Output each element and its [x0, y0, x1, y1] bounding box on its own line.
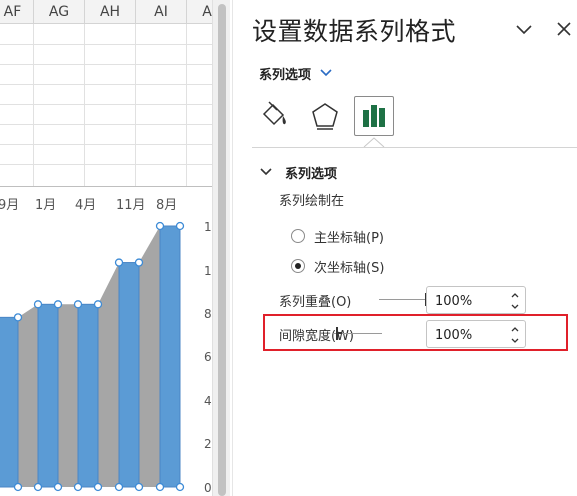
pane-title: 设置数据系列格式	[252, 17, 457, 46]
selection-handle	[114, 482, 124, 492]
selection-handle	[53, 482, 63, 492]
tab-divider	[252, 147, 577, 148]
x-tick-label: 11月	[116, 198, 146, 213]
primary-axis-radio[interactable]: 主坐标轴(P)	[291, 225, 384, 247]
gap-area	[98, 262, 119, 487]
column-header-row: AF AG AH AI A	[0, 0, 212, 24]
radio-button-selected[interactable]	[291, 259, 305, 273]
bar	[37, 303, 59, 488]
x-tick-label: 4月	[75, 198, 96, 213]
selection-handle	[33, 482, 43, 492]
axis-tick-label: 1	[204, 220, 212, 234]
selection-handle	[33, 300, 43, 309]
series-overlap-label: 系列重叠(O)	[279, 295, 352, 310]
tab-effects[interactable]	[305, 96, 345, 136]
chart-area[interactable]: 9月 1月 4月 11月 8月 1 1 8 6 4 2 0	[0, 186, 212, 496]
bar	[159, 225, 181, 488]
series-options-dropdown-label: 系列选项	[259, 67, 312, 83]
axis-tick-label: 2	[204, 437, 212, 451]
axis-tick-label: 8	[204, 307, 212, 321]
pane-options-button[interactable]	[513, 18, 535, 40]
bar	[77, 303, 99, 488]
radio-button[interactable]	[291, 229, 305, 243]
selection-handle	[175, 221, 185, 231]
series-overlap-input[interactable]	[435, 292, 505, 310]
secondary-axis-radio[interactable]: 次坐标轴(S)	[291, 255, 384, 277]
close-pane-button[interactable]	[553, 18, 575, 40]
series-options-section-header[interactable]: 系列选项	[259, 162, 337, 182]
column-header-ag[interactable]: AG	[34, 0, 85, 24]
series-overlap-row: 系列重叠(O)	[279, 286, 569, 314]
spreadsheet-area: AF AG AH AI A 9月 1月 4月 11月 8月 1 1 8 6 4 2 0	[0, 0, 212, 496]
x-tick-label: 9月	[0, 198, 19, 213]
selection-handle	[13, 313, 23, 322]
series-overlap-spinbox[interactable]	[426, 286, 526, 314]
vertical-scrollbar[interactable]	[212, 0, 230, 496]
selection-handle	[155, 221, 165, 231]
series-overlap-slider[interactable]	[379, 292, 431, 308]
chevron-down-icon	[320, 69, 332, 77]
format-data-series-pane: 设置数据系列格式 系列选项 系列选项 系列绘制在 主坐标轴(P) 次坐标轴(S)…	[232, 0, 577, 496]
column-header-ah[interactable]: AH	[85, 0, 136, 24]
column-header-ai[interactable]: AI	[136, 0, 187, 24]
column-chart[interactable]: 9月 1月 4月 11月 8月 1 1 8 6 4 2 0	[0, 187, 212, 496]
secondary-axis-label: 次坐标轴(S)	[314, 260, 385, 276]
spin-up-icon[interactable]	[508, 289, 522, 301]
primary-axis-label: 主坐标轴(P)	[314, 230, 384, 246]
axis-tick-label: 4	[204, 394, 212, 408]
selection-handle	[93, 482, 103, 492]
chevron-down-icon	[516, 25, 532, 35]
selection-handle	[155, 482, 165, 492]
selection-handle	[13, 482, 23, 492]
bar-chart-icon	[363, 105, 385, 127]
column-header-af[interactable]: AF	[0, 0, 34, 24]
tab-series-options[interactable]	[354, 96, 394, 136]
chevron-down-icon	[260, 168, 272, 176]
selection-handle	[53, 300, 63, 309]
pentagon-icon	[312, 103, 338, 130]
bar	[0, 316, 19, 488]
section-title: 系列选项	[285, 166, 338, 182]
gap-area	[58, 304, 78, 487]
axis-tick-label: 0	[204, 481, 212, 495]
x-tick-label: 1月	[35, 198, 56, 213]
scrollbar-thumb[interactable]	[218, 4, 226, 496]
selection-handle	[134, 482, 144, 492]
selection-handle	[73, 482, 83, 492]
tab-fill-line[interactable]	[255, 96, 295, 136]
selection-handle	[114, 258, 124, 267]
series-options-dropdown[interactable]: 系列选项	[259, 62, 333, 84]
paint-bucket-icon	[262, 101, 286, 126]
bar	[118, 262, 140, 488]
selection-handle	[73, 300, 83, 309]
close-icon	[557, 22, 571, 36]
selection-handle	[134, 258, 144, 267]
selection-handle	[175, 482, 185, 492]
plot-series-on-label: 系列绘制在	[279, 194, 345, 209]
x-tick-label: 8月	[156, 198, 177, 213]
spin-down-icon[interactable]	[508, 301, 522, 313]
selection-handle	[93, 300, 103, 309]
highlight-annotation-box	[263, 314, 568, 351]
axis-tick-label: 1	[204, 264, 212, 278]
column-header-aj[interactable]: A	[187, 0, 212, 24]
gap-area	[18, 304, 38, 487]
axis-tick-label: 6	[204, 350, 212, 364]
